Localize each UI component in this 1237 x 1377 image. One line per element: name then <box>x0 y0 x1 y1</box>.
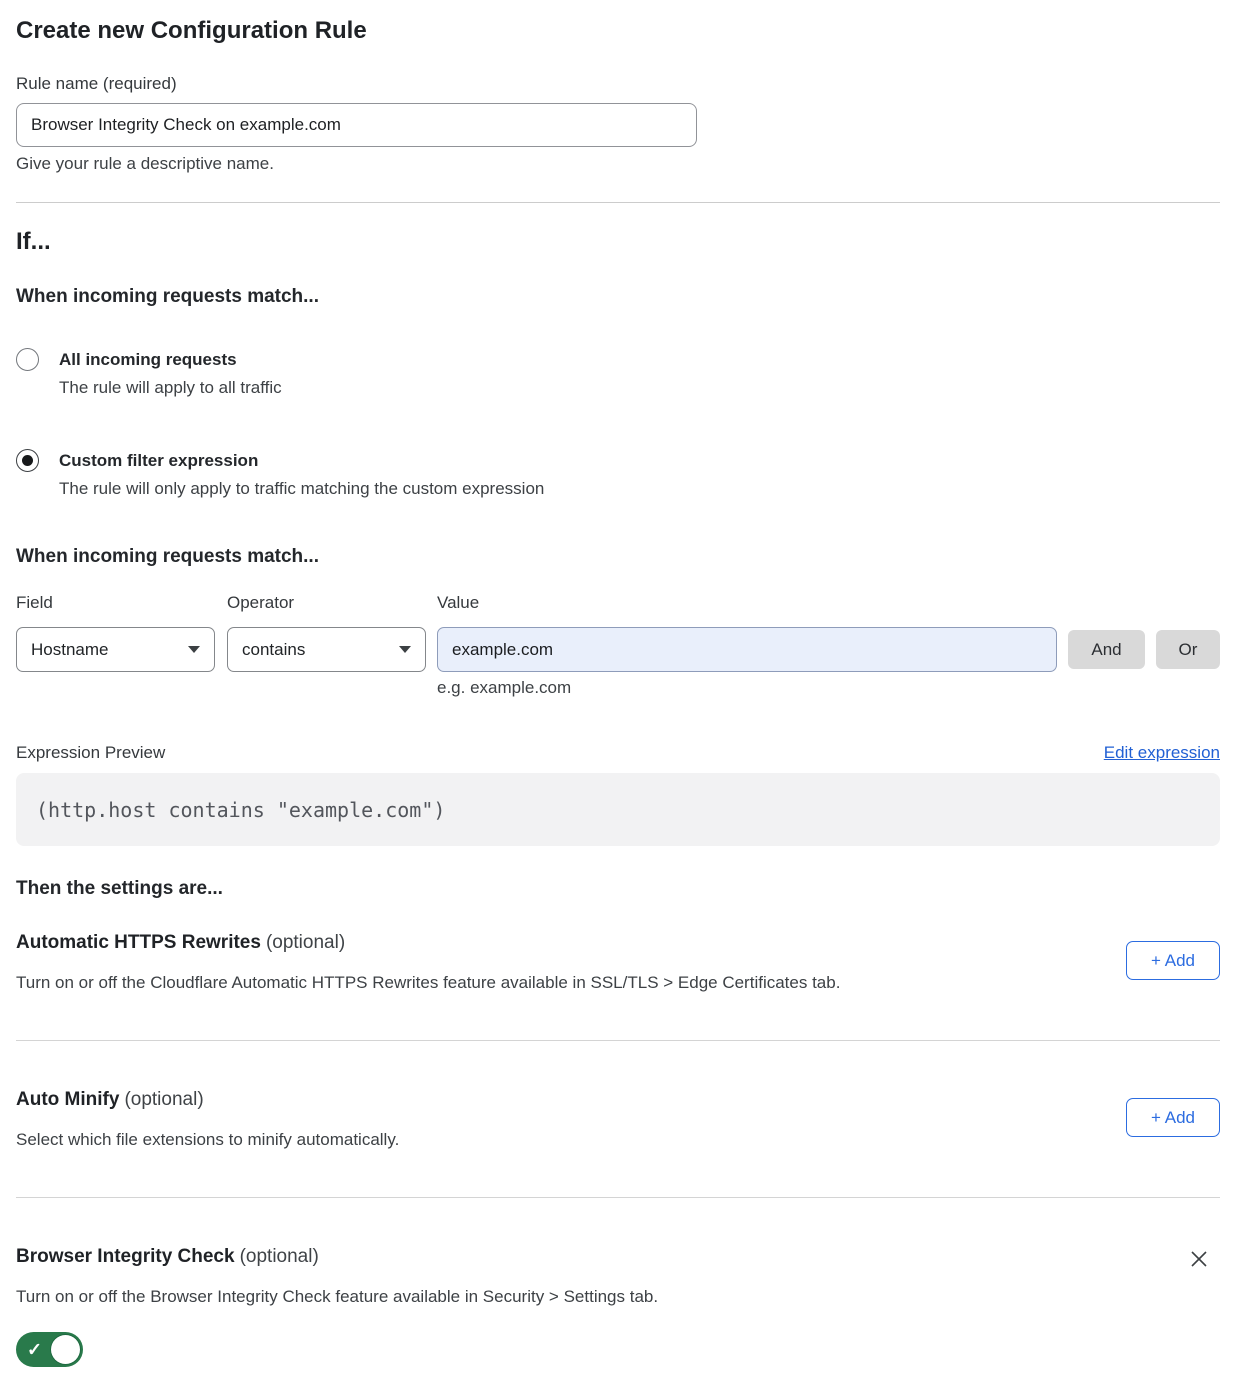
match-heading: When incoming requests match... <box>16 285 1220 308</box>
and-button[interactable]: And <box>1068 630 1145 669</box>
expression-preview-label: Expression Preview <box>16 743 165 763</box>
radio-label: All incoming requests <box>59 348 282 371</box>
setting-optional-tag: (optional) <box>124 1089 203 1110</box>
setting-row-auto-minify: Auto Minify(optional) Select which file … <box>16 1088 1220 1150</box>
edit-expression-link[interactable]: Edit expression <box>1104 743 1220 763</box>
toggle-knob <box>51 1335 80 1364</box>
rule-name-input[interactable] <box>16 103 697 147</box>
setting-row-automatic-https-rewrites: Automatic HTTPS Rewrites(optional) Turn … <box>16 931 1220 993</box>
setting-title: Auto Minify <box>16 1089 119 1110</box>
radio-button-icon[interactable] <box>16 348 39 371</box>
settings-heading: Then the settings are... <box>16 877 1220 900</box>
add-auto-minify-button[interactable]: + Add <box>1126 1098 1220 1137</box>
radio-label: Custom filter expression <box>59 449 544 472</box>
radio-button-icon[interactable] <box>16 449 39 472</box>
setting-divider <box>16 1040 1220 1041</box>
radio-option-all-incoming-requests[interactable]: All incoming requests The rule will appl… <box>16 348 1220 398</box>
field-label: Field <box>16 594 215 612</box>
chevron-down-icon <box>188 646 200 653</box>
setting-description: Turn on or off the Cloudflare Automatic … <box>16 972 1126 993</box>
setting-description: Turn on or off the Browser Integrity Che… <box>16 1286 1188 1307</box>
operator-select[interactable]: contains <box>227 627 426 672</box>
browser-integrity-check-toggle[interactable]: ✓ <box>16 1332 83 1367</box>
value-hint: e.g. example.com <box>437 678 1057 698</box>
if-heading: If... <box>16 228 1220 256</box>
add-automatic-https-rewrites-button[interactable]: + Add <box>1126 941 1220 980</box>
rule-name-help: Give your rule a descriptive name. <box>16 154 1220 173</box>
setting-optional-tag: (optional) <box>266 932 345 953</box>
field-select[interactable]: Hostname <box>16 627 215 672</box>
check-icon: ✓ <box>27 1340 42 1358</box>
setting-title: Browser Integrity Check <box>16 1246 235 1267</box>
expression-builder-row: Field Hostname Operator contains Value e… <box>16 594 1220 698</box>
radio-description: The rule will apply to all traffic <box>59 377 282 398</box>
value-label: Value <box>437 594 1057 612</box>
rule-name-label: Rule name (required) <box>16 74 1220 93</box>
close-icon[interactable] <box>1188 1248 1210 1273</box>
setting-divider <box>16 1197 1220 1198</box>
value-input[interactable] <box>437 627 1057 672</box>
field-select-value: Hostname <box>31 640 108 660</box>
radio-option-custom-filter-expression[interactable]: Custom filter expression The rule will o… <box>16 449 1220 499</box>
create-configuration-rule-form: Create new Configuration Rule Rule name … <box>0 0 1237 1367</box>
expression-preview-code-block: (http.host contains "example.com") <box>16 773 1220 846</box>
setting-row-browser-integrity-check: Browser Integrity Check(optional) Turn o… <box>16 1245 1220 1367</box>
section-divider <box>16 202 1220 203</box>
operator-select-value: contains <box>242 640 305 660</box>
radio-description: The rule will only apply to traffic matc… <box>59 478 544 499</box>
setting-description: Select which file extensions to minify a… <box>16 1129 1126 1150</box>
setting-title: Automatic HTTPS Rewrites <box>16 932 261 953</box>
chevron-down-icon <box>399 646 411 653</box>
page-title: Create new Configuration Rule <box>16 16 1220 45</box>
builder-heading: When incoming requests match... <box>16 545 1220 568</box>
setting-optional-tag: (optional) <box>240 1246 319 1267</box>
operator-label: Operator <box>227 594 426 612</box>
or-button[interactable]: Or <box>1156 630 1220 669</box>
expression-preview-code: (http.host contains "example.com") <box>36 798 445 822</box>
